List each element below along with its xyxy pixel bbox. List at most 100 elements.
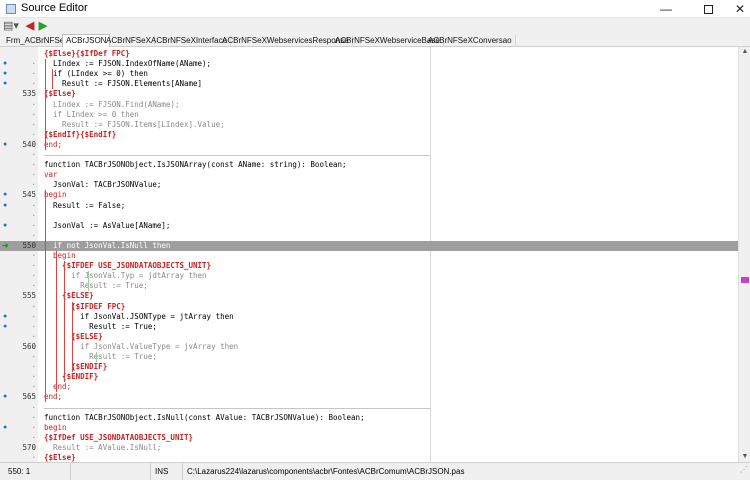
line-number: ·: [31, 170, 36, 180]
code-text: {$EndIf}{$EndIf}: [44, 129, 117, 139]
insert-mode: INS: [150, 463, 180, 480]
code-line[interactable]: 570 Result := AValue.IsNull;: [0, 443, 750, 453]
code-line[interactable]: 560 if JsonVal.ValueType = jvArray then: [0, 342, 750, 352]
code-line[interactable]: · ● Result := True;: [0, 322, 750, 332]
code-text: JsonVal := AsValue[AName];: [44, 220, 171, 230]
code-line[interactable]: · LIndex := FJSON.Find(AName);: [0, 100, 750, 110]
code-text: {$Else}: [44, 89, 76, 99]
code-line[interactable]: · {$IfDef USE_JSONDATAOBJECTS_UNIT}: [0, 433, 750, 443]
code-line[interactable]: · function TACBrJSONObject.IsNull(const A…: [0, 413, 750, 423]
code-text: function TACBrJSONObject.IsJSONArray(con…: [44, 160, 347, 170]
code-text: begin: [44, 251, 76, 260]
code-text: begin: [44, 422, 67, 432]
code-line[interactable]: · Result := FJSON.Items[LIndex].Value;: [0, 120, 750, 130]
line-number: 560: [22, 341, 36, 351]
minimize-button[interactable]: —: [648, 0, 684, 18]
source-editor[interactable]: {$Else}{$IfDef FPC} · ● LIndex := FJSON.In…: [0, 47, 750, 462]
breakpoint-dot-icon[interactable]: ●: [3, 222, 7, 229]
title-bar: Source Editor — ✕: [0, 0, 750, 18]
breakpoint-dot-icon[interactable]: ●: [3, 191, 7, 198]
line-number: 570: [22, 442, 36, 452]
breakpoint-dot-icon[interactable]: ●: [3, 80, 7, 87]
tab-acbrnfsexconversao[interactable]: ACBrNFSeXConversao: [425, 35, 516, 47]
back-button[interactable]: ◀: [24, 20, 36, 33]
line-number: ·: [31, 99, 36, 109]
breakpoint-dot-icon[interactable]: ●: [3, 424, 7, 431]
app-icon: [6, 4, 16, 14]
code-text: LIndex := FJSON.Find(AName);: [44, 99, 180, 109]
code-line[interactable]: · ● LIndex := FJSON.IndexOfName(AName);: [0, 59, 750, 69]
code-line[interactable]: · if LIndex >= 0 then: [0, 110, 750, 120]
breakpoint-dot-icon[interactable]: ●: [3, 70, 7, 77]
code-line[interactable]: · ● begin: [0, 423, 750, 433]
line-number: 555: [22, 291, 36, 301]
line-number: ·: [31, 301, 36, 311]
code-line[interactable]: · ● Result := False;: [0, 201, 750, 211]
scroll-up-icon[interactable]: ▲: [739, 47, 750, 57]
code-line[interactable]: · if JsonVal.Typ = jdtArray then: [0, 271, 750, 281]
code-line[interactable]: · {$ENDIF}: [0, 372, 750, 382]
jump-history-button[interactable]: ▤▾: [2, 20, 20, 33]
maximize-icon: [703, 5, 713, 15]
code-text: Result := True;: [44, 352, 157, 361]
scope-guide: [45, 59, 46, 150]
code-line[interactable]: 540 ● end;: [0, 140, 750, 150]
line-number: ·: [31, 109, 36, 119]
code-line[interactable]: · function TACBrJSONObject.IsJSONArray(co…: [0, 160, 750, 170]
code-line[interactable]: · Result := True;: [0, 352, 750, 362]
code-text: var: [44, 170, 58, 180]
close-button[interactable]: ✕: [722, 0, 750, 18]
code-text: {$ENDIF}: [44, 362, 108, 372]
code-line[interactable]: 545 ● begin: [0, 190, 750, 200]
code-line[interactable]: 565 ● end;: [0, 392, 750, 402]
code-line[interactable]: · ● if JsonVal.JSONType = jtArray then: [0, 312, 750, 322]
forward-button[interactable]: ▶: [37, 20, 49, 33]
code-text: {$ENDIF}: [44, 372, 99, 382]
breakpoint-dot-icon[interactable]: ●: [3, 141, 7, 148]
code-line[interactable]: · ● Result := FJSON.Elements[AName]: [0, 79, 750, 89]
scope-guide: [96, 352, 97, 363]
code-line[interactable]: ·: [0, 211, 750, 221]
vertical-scrollbar[interactable]: ▲ ▼: [738, 47, 750, 462]
code-text: function TACBrJSONObject.IsNull(const AV…: [44, 412, 365, 422]
breakpoint-dot-icon[interactable]: ●: [3, 323, 7, 330]
code-line[interactable]: · {$ELSE}: [0, 332, 750, 342]
code-text: {$ELSE}: [44, 331, 103, 341]
code-line[interactable]: · begin: [0, 251, 750, 261]
code-line[interactable]: · {$IFDEF USE_JSONDATAOBJECTS_UNIT}: [0, 261, 750, 271]
code-line[interactable]: 550 ➜ if not JsonVal.IsNull then: [0, 240, 750, 251]
maximize-button[interactable]: [690, 0, 726, 18]
code-text: begin: [44, 190, 67, 200]
code-line[interactable]: · ● JsonVal := AsValue[AName];: [0, 221, 750, 231]
code-line[interactable]: · {$ENDIF}: [0, 362, 750, 372]
resize-grip-icon[interactable]: ⋰: [740, 461, 748, 478]
breakpoint-dot-icon[interactable]: ●: [3, 393, 7, 400]
code-line[interactable]: · var: [0, 170, 750, 180]
breakpoint-dot-icon[interactable]: ●: [3, 313, 7, 320]
code-text: if (LIndex >= 0) then: [44, 69, 148, 79]
line-number: ·: [31, 129, 36, 139]
code-line[interactable]: 555 {$ELSE}: [0, 291, 750, 301]
code-line[interactable]: · {$IFDEF FPC}: [0, 302, 750, 312]
scope-guide: [88, 271, 89, 292]
cursor-position: 550: 1: [8, 467, 31, 476]
line-number: ·: [31, 271, 36, 281]
breakpoint-dot-icon[interactable]: ●: [3, 60, 7, 67]
code-line[interactable]: 535 {$Else}: [0, 89, 750, 99]
code-text: end;: [44, 392, 63, 402]
code-line[interactable]: ·: [0, 231, 750, 241]
code-line[interactable]: · JsonVal: TACBrJSONValue;: [0, 180, 750, 190]
code-line[interactable]: · {$EndIf}{$EndIf}: [0, 130, 750, 140]
line-number: ·: [31, 251, 36, 260]
code-text: Result := FJSON.Items[LIndex].Value;: [44, 119, 225, 129]
code-line[interactable]: {$Else}{$IfDef FPC}: [0, 49, 750, 59]
scroll-marker[interactable]: [741, 277, 749, 283]
status-bar: 550: 1 INS C:\Lazarus224\lazarus\compone…: [0, 462, 750, 480]
execution-point-icon: ➜: [2, 240, 9, 250]
code-line[interactable]: · end;: [0, 382, 750, 392]
breakpoint-dot-icon[interactable]: ●: [3, 202, 7, 209]
code-text: Result := True;: [44, 321, 157, 331]
code-line[interactable]: · Result := True;: [0, 281, 750, 291]
code-line[interactable]: · ● if (LIndex >= 0) then: [0, 69, 750, 79]
code-text: {$ELSE}: [44, 291, 94, 301]
